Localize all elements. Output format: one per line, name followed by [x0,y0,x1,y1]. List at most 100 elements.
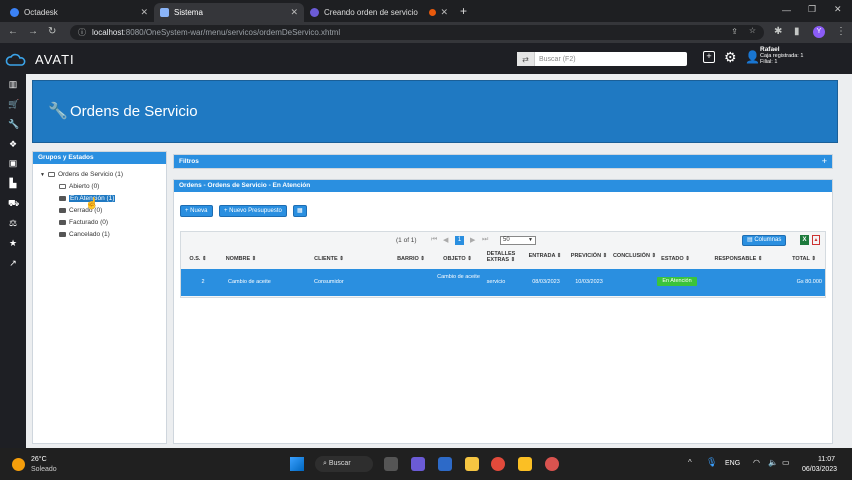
columns-button[interactable]: ▤ Columnas [742,235,787,246]
last-page-icon[interactable]: ⏭ [482,236,488,244]
tree-root[interactable]: ▼ Ordens de Servicio (1) [40,171,123,178]
maximize-icon[interactable]: ❐ [808,4,816,15]
microphone-icon[interactable]: 🎙 [706,457,717,468]
back-icon[interactable]: ← [8,26,18,38]
col-entrada[interactable]: ENTRADA ⇕ [525,253,565,259]
address-bar[interactable]: ⓘ localhost:8080/OneSystem-war/menu/serv… [70,25,764,40]
calendar-button[interactable]: ▦ [293,205,307,217]
new-budget-button[interactable]: + Nuevo Presupuesto [219,205,287,217]
tab-sistema[interactable]: Sistema ✕ [154,3,304,22]
window-close-icon[interactable]: ✕ [834,4,842,15]
wrench-icon[interactable]: 🔧 [8,119,19,129]
col-label: CLIENTE [314,256,338,262]
col-os[interactable]: O.S. ⇕ [187,256,209,262]
cell-total: Gs 80.000 [796,279,822,285]
table-row[interactable]: 2 Cambio de aceite Consumidor Cambio de … [181,269,825,296]
close-icon[interactable]: ✕ [140,7,148,18]
col-detalles[interactable]: DETALLES EXTRAS ⇕ [481,251,521,263]
truck-icon[interactable]: ⛟ [8,198,19,208]
minimize-icon[interactable]: — [782,5,791,15]
close-icon[interactable]: ✕ [290,7,298,18]
pdf-export-icon[interactable]: ▲ [812,235,820,245]
volume-icon[interactable]: 🔈 [768,458,778,467]
first-page-icon[interactable]: ⏮ [431,236,437,244]
tree-item-facturado[interactable]: Facturado (0) [59,219,108,226]
share-icon[interactable]: ⇪ [731,27,738,36]
col-label: RESPONSABLE [714,256,757,262]
sidepanel-icon[interactable]: ▮ [794,26,800,38]
new-tab-icon[interactable]: + [460,4,467,18]
filters-panel[interactable]: Filtros + [173,154,833,169]
col-conclusion[interactable]: CONCLUSIÓN ⇕ [612,253,657,259]
folder-icon [59,184,66,189]
prev-page-icon[interactable]: ◀ [443,236,448,244]
col-label: DETALLES EXTRAS [486,251,516,263]
app-header: AVATI ⇄ Buscar (F2) + ⚙ 👤 Rafael Caja re… [0,43,852,74]
app-icon[interactable] [438,457,452,471]
forward-icon[interactable]: → [28,26,38,38]
tree-item-cancelado[interactable]: Cancelado (1) [59,231,110,238]
col-label: PREVICIÓN [570,253,602,259]
task-view-icon[interactable] [384,457,398,471]
next-page-icon[interactable]: ▶ [470,236,475,244]
col-nombre[interactable]: NOMBRE ⇕ [221,256,261,262]
extensions-icon[interactable]: ✱ [774,26,782,38]
filters-header: Filtros [174,155,832,168]
add-icon[interactable]: + [703,51,715,63]
user-branch: Filial: 1 [760,59,778,65]
battery-icon[interactable]: ▭ [782,458,790,467]
user-icon[interactable]: 👤 [745,50,760,64]
wifi-icon[interactable]: ◠ [753,458,760,467]
reload-icon[interactable]: ↻ [48,26,56,38]
teams-icon[interactable] [411,457,425,471]
weather-sun-icon[interactable] [12,458,25,471]
new-button[interactable]: + Nueva [180,205,213,217]
star-icon[interactable]: ★ [8,238,18,248]
excel-export-icon[interactable]: X [800,235,809,245]
octadesk-icon [10,8,19,17]
mouse-cursor-icon: ☝ [85,198,99,210]
tab-creando-orden[interactable]: Creando orden de servicio ✕ [304,3,454,22]
tab-octadesk[interactable]: Octadesk ✕ [4,3,154,22]
collapse-icon[interactable]: ▼ [40,172,45,178]
chart-line-icon[interactable]: ↗ [8,258,18,268]
money-icon[interactable]: ▣ [8,158,18,168]
logo[interactable]: AVATI [5,52,75,67]
windows-start-icon[interactable] [290,457,304,471]
page-number[interactable]: 1 [455,236,464,245]
rows-per-page-select[interactable]: 50 ▼ [500,236,536,245]
search-input[interactable]: ⇄ Buscar (F2) [517,52,687,66]
status-badge: En Atención [657,277,697,286]
balance-icon[interactable]: ⚖ [8,218,18,228]
search-mode-icon[interactable]: ⇄ [517,52,535,66]
star-icon[interactable]: ☆ [749,26,756,35]
chevron-up-icon[interactable]: ^ [688,458,692,467]
chevron-down-icon: ▼ [528,237,533,243]
menu-icon[interactable]: ⋮ [836,26,846,38]
folder-icon [59,196,66,201]
col-prevision[interactable]: PREVICIÓN ⇕ [569,253,609,259]
col-total[interactable]: TOTAL ⇕ [789,256,819,262]
sticky-notes-icon[interactable] [518,457,532,471]
gear-icon[interactable]: ⚙ [724,49,737,66]
book-icon[interactable]: ▥ [8,79,18,89]
tree-item-abierto[interactable]: Abierto (0) [59,183,99,190]
close-icon[interactable]: ✕ [440,7,448,18]
col-responsable[interactable]: RESPONSABLE ⇕ [711,256,766,262]
cart-icon[interactable]: 🛒 [8,99,19,109]
col-cliente[interactable]: CLIENTE ⇕ [309,256,349,262]
folder-open-icon [47,172,55,177]
col-objeto[interactable]: OBJETO ⇕ [440,256,475,262]
file-explorer-icon[interactable] [465,457,479,471]
language-indicator[interactable]: ENG [725,460,740,467]
expand-icon[interactable]: + [822,155,827,168]
slack-icon[interactable] [545,457,559,471]
chrome-icon[interactable] [491,457,505,471]
col-barrio[interactable]: BARRIO ⇕ [396,256,426,262]
browser-toolbar: ← → ↻ ⓘ localhost:8080/OneSystem-war/men… [0,22,852,43]
col-estado[interactable]: ESTADO ⇕ [658,256,693,262]
factory-icon[interactable]: ▙ [8,178,18,188]
taskbar-search[interactable]: ⌕ Buscar [315,456,373,472]
cubes-icon[interactable]: ❖ [8,139,18,149]
profile-avatar[interactable]: Y [813,26,825,38]
